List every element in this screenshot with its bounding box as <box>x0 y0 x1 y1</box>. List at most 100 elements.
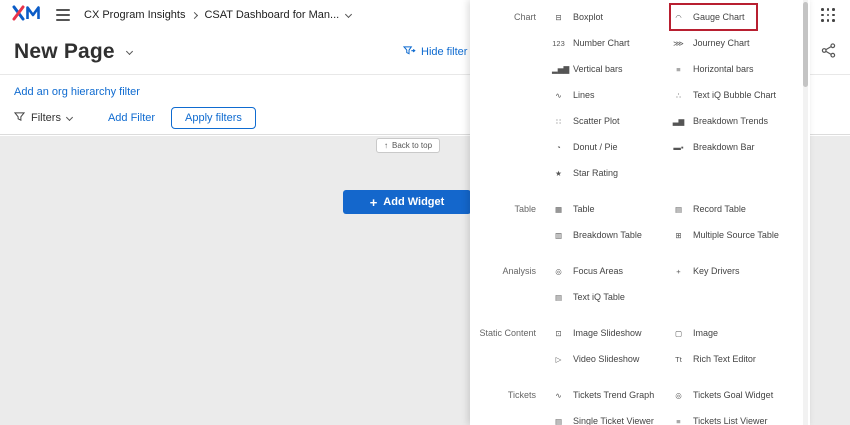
add-widget-button[interactable]: + Add Widget <box>343 190 471 214</box>
widget-item-text-iq-table[interactable]: ▤Text iQ Table <box>550 284 670 310</box>
menu-grid: ∿Tickets Trend Graph◎Tickets Goal Widget… <box>550 382 790 425</box>
lines-icon: ∿ <box>552 91 565 100</box>
widget-item-label: Text iQ Table <box>573 292 625 302</box>
rich-text-editor-icon: Tt <box>672 355 685 364</box>
hide-filters-button[interactable]: Hide filter <box>403 45 467 59</box>
breadcrumb-separator-icon <box>191 11 198 18</box>
share-button[interactable] <box>821 43 836 61</box>
widget-item-horizontal-bars[interactable]: ≡Horizontal bars <box>670 56 790 82</box>
image-icon: ▢ <box>672 329 685 338</box>
back-to-top-label: Back to top <box>392 141 432 150</box>
app-grid-icon[interactable] <box>821 8 836 23</box>
widget-item-label: Lines <box>573 90 595 100</box>
hamburger-menu-icon[interactable] <box>56 9 70 21</box>
menu-category-label: Analysis <box>470 258 550 310</box>
star-rating-icon: ★ <box>552 169 565 178</box>
widget-item-gauge-chart[interactable]: ◠Gauge Chart <box>670 4 757 30</box>
menu-category-label: Table <box>470 196 550 248</box>
widget-item-label: Multiple Source Table <box>693 230 779 240</box>
vertical-bars-icon: ▂▅▇ <box>552 65 565 74</box>
tickets-list-viewer-icon: ≡ <box>672 417 685 425</box>
widget-item-label: Breakdown Bar <box>693 142 755 152</box>
scatter-plot-icon: ∷ <box>552 117 565 126</box>
widget-item-label: Record Table <box>693 204 746 214</box>
widget-item-key-drivers[interactable]: +Key Drivers <box>670 258 790 284</box>
panel-scrollbar-thumb[interactable] <box>803 2 808 87</box>
add-org-hierarchy-filter-link[interactable]: Add an org hierarchy filter <box>14 86 140 98</box>
widget-item-star-rating[interactable]: ★ Star Rating <box>550 160 670 186</box>
widget-item-label: Single Ticket Viewer <box>573 416 654 425</box>
donut-pie-icon: ◔ <box>552 143 565 152</box>
number-chart-icon: 123 <box>552 39 565 48</box>
menu-section-chart: Chart⊟ Boxplot ◠Gauge Chart123Number Chart… <box>470 4 810 186</box>
widget-item-image[interactable]: ▢Image <box>670 320 790 346</box>
widget-item-label: Text iQ Bubble Chart <box>693 90 776 100</box>
filters-chevron-down-icon <box>66 113 73 120</box>
widget-item-text-iq-bubble-chart[interactable]: ∴ Text iQ Bubble Chart <box>670 82 790 108</box>
widget-item-breakdown-bar[interactable]: ▬▪Breakdown Bar <box>670 134 790 160</box>
menu-grid: ▦Table▤Record Table▥Breakdown Table⊞ Mult… <box>550 196 790 248</box>
text-iq-bubble-chart-icon: ∴ <box>672 91 685 100</box>
widget-item-breakdown-table[interactable]: ▥Breakdown Table <box>550 222 670 248</box>
dashboard-chevron-down-icon[interactable] <box>345 10 352 17</box>
widget-item-scatter-plot[interactable]: ∷Scatter Plot <box>550 108 670 134</box>
menu-section-tickets: Tickets∿Tickets Trend Graph◎Tickets Goal… <box>470 382 810 425</box>
focus-areas-icon: ◎ <box>552 267 565 276</box>
widget-item-label: Journey Chart <box>693 38 750 48</box>
widget-item-boxplot[interactable]: ⊟ Boxplot <box>550 4 670 30</box>
widget-item-image-slideshow[interactable]: ⊡Image Slideshow <box>550 320 670 346</box>
widget-item-table[interactable]: ▦Table <box>550 196 670 222</box>
widget-item-multiple-source-table[interactable]: ⊞ Multiple Source Table <box>670 222 790 248</box>
widget-item-label: Breakdown Table <box>573 230 642 240</box>
widget-item-label: Breakdown Trends <box>693 116 768 126</box>
widget-item-tickets-trend-graph[interactable]: ∿Tickets Trend Graph <box>550 382 670 408</box>
widget-item-tickets-list-viewer[interactable]: ≡ Tickets List Viewer <box>670 408 790 425</box>
breadcrumb-dashboard[interactable]: CSAT Dashboard for Man... <box>204 9 339 21</box>
apply-filters-button[interactable]: Apply filters <box>171 107 256 129</box>
table-icon: ▦ <box>552 205 565 214</box>
panel-scrollbar-track[interactable] <box>803 0 808 425</box>
xm-logo <box>12 5 42 26</box>
widget-item-label: Key Drivers <box>693 266 740 276</box>
widget-item-single-ticket-viewer[interactable]: ▤Single Ticket Viewer <box>550 408 670 425</box>
widget-item-tickets-goal-widget[interactable]: ◎Tickets Goal Widget <box>670 382 790 408</box>
widget-item-focus-areas[interactable]: ◎Focus Areas <box>550 258 670 284</box>
horizontal-bars-icon: ≡ <box>672 65 685 74</box>
breadcrumb-program[interactable]: CX Program Insights <box>84 9 185 21</box>
back-to-top-button[interactable]: ↑ Back to top <box>376 138 440 153</box>
menu-category-label: Chart <box>470 4 550 186</box>
widget-item-breakdown-trends[interactable]: ▃▆Breakdown Trends <box>670 108 790 134</box>
widget-item-record-table[interactable]: ▤Record Table <box>670 196 790 222</box>
widget-item-video-slideshow[interactable]: ▷ Video Slideshow <box>550 346 670 372</box>
widget-item-label: Vertical bars <box>573 64 623 74</box>
multiple-source-table-icon: ⊞ <box>672 231 685 240</box>
menu-section-static-content: Static Content⊡Image Slideshow▢Image▷Vid… <box>470 320 810 372</box>
hide-filters-label: Hide filter <box>421 46 467 58</box>
widget-item-label: Tickets Goal Widget <box>693 390 773 400</box>
topbar-right <box>821 8 836 23</box>
add-filter-button[interactable]: Add Filter <box>108 112 155 124</box>
tickets-trend-graph-icon: ∿ <box>552 391 565 400</box>
video-slideshow-icon: ▷ <box>552 355 565 364</box>
widget-item-donut-pie[interactable]: ◔Donut / Pie <box>550 134 670 160</box>
up-arrow-icon: ↑ <box>384 141 388 150</box>
filters-label: Filters <box>31 112 61 124</box>
widget-item-journey-chart[interactable]: ⋙ Journey Chart <box>670 30 790 56</box>
filters-toggle[interactable]: Filters <box>14 111 72 125</box>
journey-chart-icon: ⋙ <box>672 39 685 48</box>
widget-item-rich-text-editor[interactable]: Tt Rich Text Editor <box>670 346 790 372</box>
menu-section-table: Table▦Table▤Record Table▥Breakdown Table… <box>470 196 810 248</box>
widget-item-label: Tickets List Viewer <box>693 416 768 425</box>
widget-item-label: Boxplot <box>573 12 603 22</box>
widget-item-label: Image Slideshow <box>573 328 642 338</box>
widget-item-label: Video Slideshow <box>573 354 639 364</box>
widget-item-number-chart[interactable]: 123Number Chart <box>550 30 670 56</box>
widget-item-vertical-bars[interactable]: ▂▅▇ Vertical bars <box>550 56 670 82</box>
gauge-chart-icon: ◠ <box>672 13 685 22</box>
boxplot-icon: ⊟ <box>552 13 565 22</box>
widget-item-label: Star Rating <box>573 168 618 178</box>
add-widget-label: Add Widget <box>383 196 444 208</box>
widget-item-lines[interactable]: ∿ Lines <box>550 82 670 108</box>
widget-item-label: Rich Text Editor <box>693 354 756 364</box>
page-title-chevron-down-icon[interactable] <box>126 47 133 54</box>
